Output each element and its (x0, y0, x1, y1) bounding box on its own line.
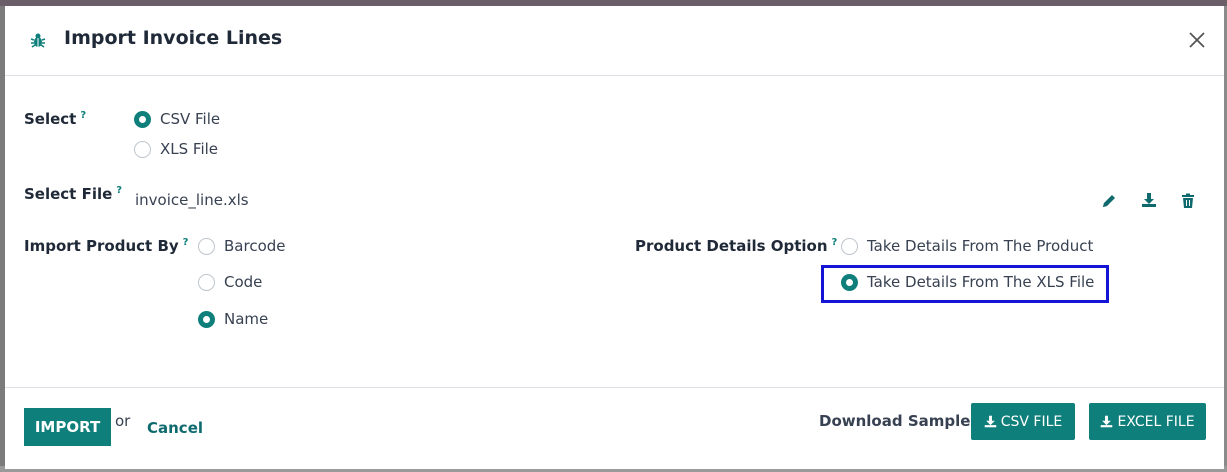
csv-file-button[interactable]: CSV FILE (971, 403, 1075, 440)
radio-name-label: Name (224, 310, 269, 328)
or-text: or (115, 412, 131, 430)
import-product-by-label: Import Product By? (24, 237, 188, 255)
radio-checked-icon[interactable] (198, 310, 215, 328)
cancel-button[interactable]: Cancel (147, 419, 203, 437)
close-icon[interactable] (1185, 28, 1209, 52)
dialog-title: Import Invoice Lines (64, 27, 283, 49)
radio-details-from-product-label: Take Details From The Product (867, 237, 1094, 255)
dialog-footer: IMPORT or Cancel Download Sample: CSV FI… (5, 387, 1224, 469)
download-sample-label: Download Sample: (819, 412, 977, 430)
excel-file-button[interactable]: EXCEL FILE (1089, 403, 1206, 440)
radio-csv-file[interactable]: CSV File (134, 110, 220, 128)
radio-code[interactable]: Code (198, 273, 262, 291)
csv-file-button-label: CSV FILE (1000, 413, 1063, 430)
select-file-label-text: Select File (24, 185, 113, 203)
help-icon[interactable]: ? (80, 110, 86, 121)
radio-name[interactable]: Name (198, 310, 268, 328)
highlight-box (821, 265, 1109, 303)
radio-barcode[interactable]: Barcode (198, 237, 286, 255)
download-icon (1101, 415, 1113, 428)
dialog-header: Import Invoice Lines (5, 6, 1224, 76)
help-icon[interactable]: ? (832, 237, 838, 248)
radio-csv-file-label: CSV File (160, 110, 221, 128)
product-details-option-label-text: Product Details Option (635, 237, 828, 255)
product-details-option-label: Product Details Option? (635, 237, 837, 255)
radio-barcode-label: Barcode (224, 237, 286, 255)
help-icon[interactable]: ? (183, 237, 189, 248)
radio-unchecked-icon[interactable] (198, 273, 215, 291)
pencil-icon[interactable] (1100, 192, 1118, 210)
radio-code-label: Code (224, 273, 263, 291)
trash-icon[interactable] (1179, 192, 1197, 210)
radio-checked-icon[interactable] (134, 110, 151, 128)
radio-unchecked-icon[interactable] (841, 237, 858, 255)
help-icon[interactable]: ? (116, 185, 122, 196)
radio-unchecked-icon[interactable] (198, 237, 215, 255)
select-label-text: Select (24, 110, 77, 128)
download-icon[interactable] (1140, 191, 1158, 209)
radio-xls-file-label: XLS File (160, 140, 219, 158)
excel-file-button-label: EXCEL FILE (1117, 413, 1195, 430)
radio-unchecked-icon[interactable] (134, 140, 151, 158)
download-icon (984, 415, 997, 428)
import-button[interactable]: IMPORT (24, 408, 111, 446)
select-file-label: Select File? (24, 185, 122, 203)
radio-xls-file[interactable]: XLS File (134, 140, 218, 158)
import-dialog: Import Invoice Lines Select? CSV File XL… (5, 6, 1224, 469)
file-name: invoice_line.xls (135, 191, 249, 209)
import-product-by-label-text: Import Product By (24, 237, 179, 255)
radio-details-from-product[interactable]: Take Details From The Product (841, 237, 1093, 255)
select-label: Select? (24, 110, 86, 128)
bug-icon (30, 33, 46, 48)
